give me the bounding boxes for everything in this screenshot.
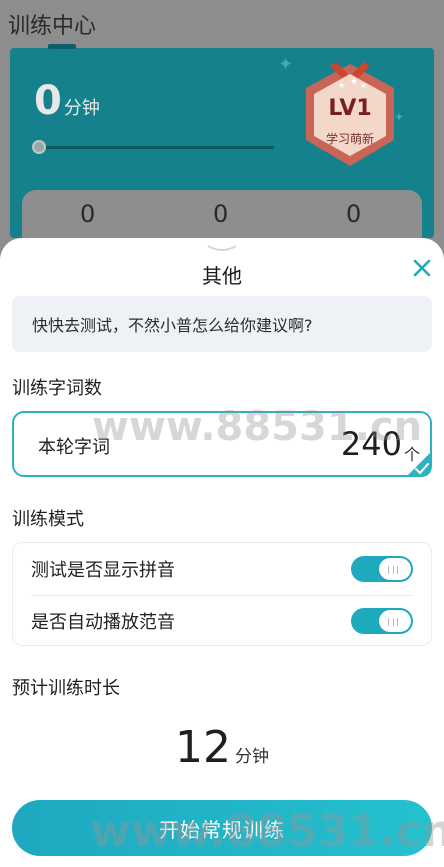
stat-value: 0 [213, 200, 229, 228]
estimated-duration: 12 分钟 [0, 722, 444, 773]
pinyin-toggle[interactable] [351, 556, 413, 582]
progress-handle [32, 140, 46, 154]
grip-icon [388, 618, 398, 626]
grip-icon [388, 566, 398, 574]
sheet-handle-icon[interactable] [206, 244, 238, 252]
autoplay-toggle[interactable] [351, 608, 413, 634]
tab-indicator [48, 44, 76, 49]
minutes-unit: 分钟 [63, 98, 100, 119]
progress-track [46, 146, 274, 149]
minutes-value: 0 [34, 78, 62, 124]
mode-options: 测试是否显示拼音 是否自动播放范音 [12, 542, 432, 646]
badge-level: LV1 [328, 96, 372, 121]
stat-value: 0 [346, 200, 362, 228]
page-title: 训练中心 [8, 14, 97, 39]
word-count-label: 本轮字词 [38, 437, 110, 458]
total-minutes: 0 分钟 [34, 78, 100, 124]
sparkle-icon: ✦ [278, 54, 294, 75]
sheet-title: 其他 [202, 264, 242, 288]
tip-text: 快快去测试，不然小普怎么给你建议啊? [32, 316, 313, 335]
mode-option-label: 是否自动播放范音 [31, 612, 175, 633]
level-badge: ★ ★ ★ LV1 学习萌新 [298, 60, 402, 170]
selected-check-icon [406, 451, 432, 477]
word-count-heading: 训练字词数 [12, 378, 102, 399]
badge-subtitle: 学习萌新 [325, 132, 374, 146]
mode-option-autoplay: 是否自动播放范音 [13, 595, 431, 647]
svg-text:★: ★ [350, 77, 358, 87]
mode-heading: 训练模式 [12, 509, 84, 530]
svg-text:★: ★ [360, 81, 367, 90]
stat-value: 0 [80, 200, 96, 228]
mode-option-pinyin: 测试是否显示拼音 [13, 543, 431, 595]
mode-option-label: 测试是否显示拼音 [31, 560, 175, 581]
settings-bottom-sheet: 其他 快快去测试，不然小普怎么给你建议啊? 训练字词数 本轮字词 240 个 训… [0, 238, 444, 867]
duration-unit: 分钟 [235, 747, 269, 767]
toggle-knob [379, 558, 411, 580]
duration-value: 12 [175, 722, 231, 773]
duration-heading: 预计训练时长 [12, 678, 120, 699]
svg-text:★: ★ [338, 81, 345, 90]
toggle-knob [379, 610, 411, 632]
close-icon[interactable] [410, 256, 434, 280]
tip-message: 快快去测试，不然小普怎么给你建议啊? [12, 296, 432, 352]
start-training-button[interactable]: 开始常规训练 [12, 800, 432, 856]
word-count-option[interactable]: 本轮字词 240 个 [12, 411, 432, 477]
word-count-value: 240 [340, 425, 402, 463]
